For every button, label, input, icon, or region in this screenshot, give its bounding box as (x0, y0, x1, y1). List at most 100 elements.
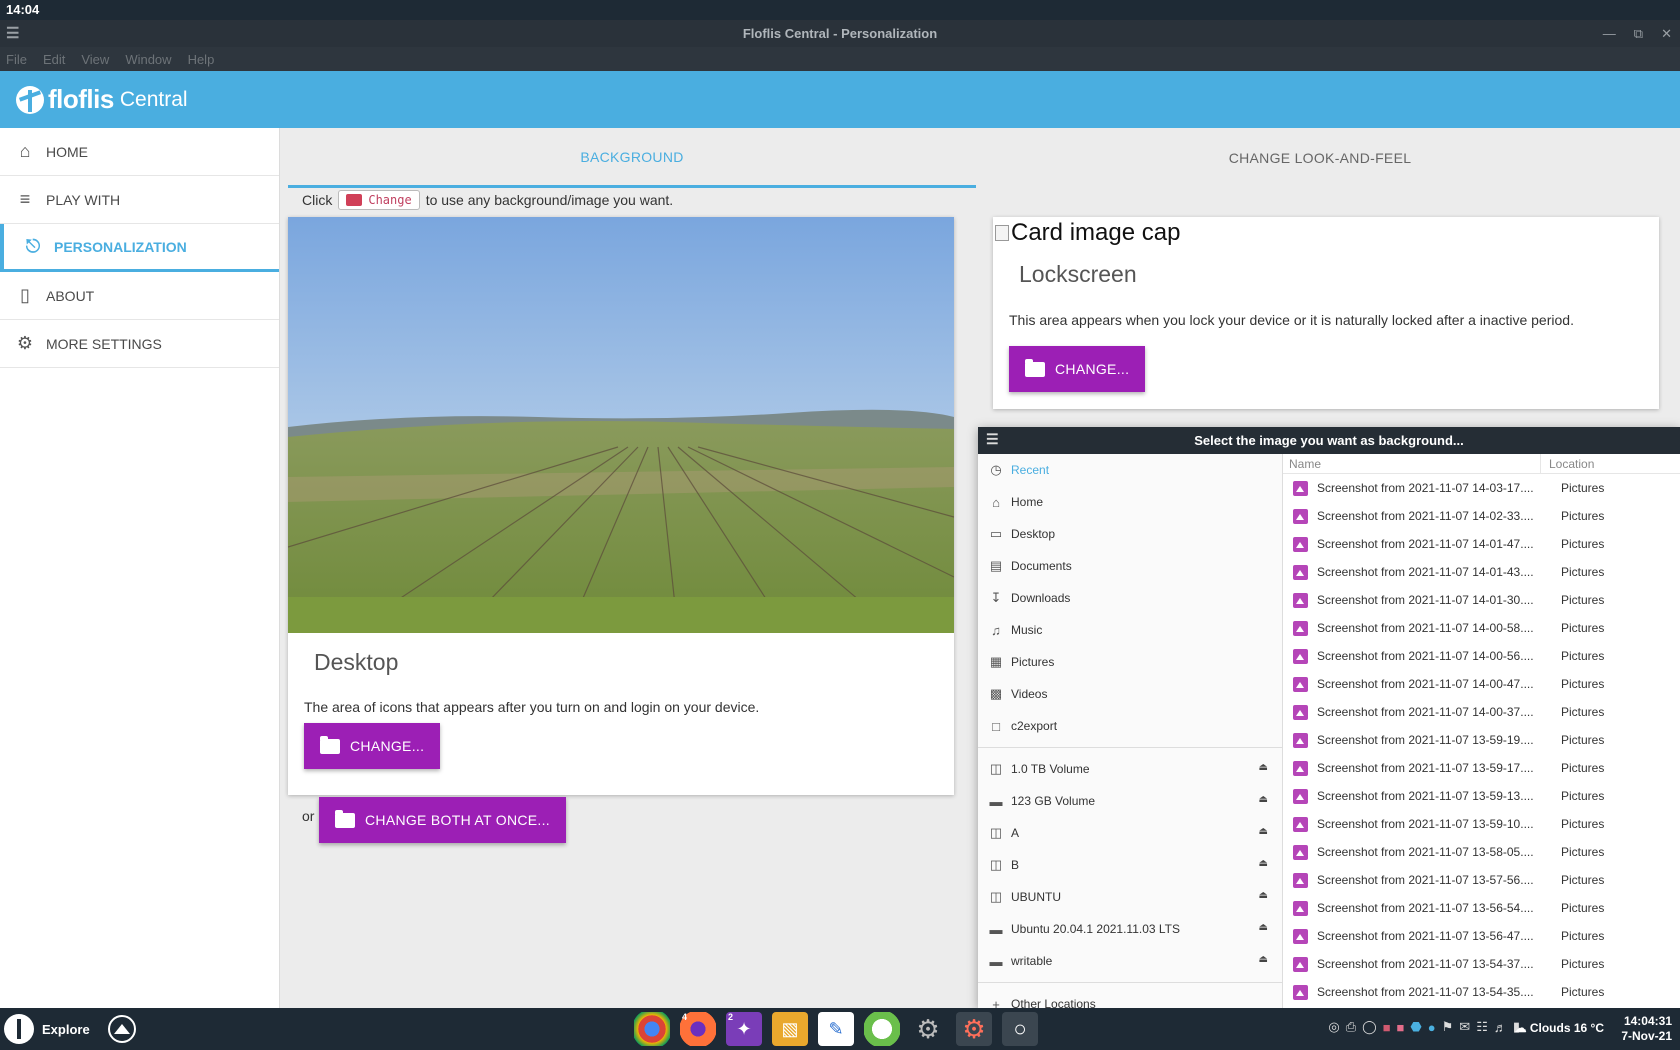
text-editor-icon[interactable]: ✎ (818, 1012, 854, 1046)
eject-icon[interactable]: ⏏ (1259, 954, 1268, 965)
printer-icon[interactable]: ⎙ (1346, 1019, 1356, 1035)
hint-prefix: Click (302, 192, 333, 208)
eject-icon[interactable]: ⏏ (1259, 890, 1268, 901)
files-icon[interactable]: ▧ (772, 1012, 808, 1046)
network-icon[interactable]: ☷ (1476, 1019, 1488, 1035)
file-row[interactable]: Screenshot from 2021-11-07 13-56-47.... P… (1283, 922, 1680, 950)
menu-file[interactable]: File (6, 52, 27, 67)
tab-change-look-and-feel[interactable]: CHANGE LOOK-AND-FEEL (976, 128, 1664, 188)
settings-icon[interactable]: ⚙ (910, 1012, 946, 1046)
sidebar-item-play-with[interactable]: ≡ PLAY WITH (0, 176, 279, 224)
column-location[interactable]: Location (1541, 454, 1594, 473)
device-123gb-volume[interactable]: ▬ 123 GB Volume ⏏ (978, 785, 1282, 817)
file-row[interactable]: Screenshot from 2021-11-07 14-02-33.... P… (1283, 502, 1680, 530)
file-row[interactable]: Screenshot from 2021-11-07 13-56-54.... P… (1283, 894, 1680, 922)
file-row[interactable]: Screenshot from 2021-11-07 13-59-10.... P… (1283, 810, 1680, 838)
device-label: Ubuntu 20.04.1 2021.11.03 LTS (1011, 922, 1181, 936)
menu-edit[interactable]: Edit (43, 52, 65, 67)
image-viewer-icon[interactable]: 2 ✦ (726, 1012, 762, 1046)
lockscreen-card-text: This area appears when you lock your dev… (1009, 312, 1574, 328)
place-videos[interactable]: ▩ Videos (978, 678, 1282, 710)
notification-bell-icon[interactable]: ✉ (1459, 1019, 1470, 1035)
file-row[interactable]: Screenshot from 2021-11-07 13-54-35.... P… (1283, 978, 1680, 1006)
weather-widget[interactable]: ☁ Clouds 16 °C (1515, 1021, 1605, 1035)
device-ubuntu[interactable]: ◫ UBUNTU ⏏ (978, 881, 1282, 913)
color-picker-icon[interactable]: ■ (1383, 1020, 1391, 1035)
file-row[interactable]: Screenshot from 2021-11-07 13-58-05.... P… (1283, 838, 1680, 866)
file-row[interactable]: Screenshot from 2021-11-07 14-00-56.... P… (1283, 642, 1680, 670)
printer-hp-icon[interactable]: ● (1428, 1020, 1436, 1035)
place-other-locations[interactable]: + Other Locations (978, 988, 1282, 1009)
file-row[interactable]: Screenshot from 2021-11-07 13-59-13.... P… (1283, 782, 1680, 810)
change-both-button[interactable]: CHANGE BOTH AT ONCE... (319, 797, 566, 843)
eject-icon[interactable]: ⏏ (1259, 794, 1268, 805)
file-row[interactable]: Screenshot from 2021-11-07 13-54-37.... P… (1283, 950, 1680, 978)
sidebar-item-home[interactable]: ⌂ HOME (0, 128, 279, 176)
generic-app-icon[interactable]: ○ (1002, 1012, 1038, 1046)
floflis-central-icon[interactable]: ⚙ (956, 1012, 992, 1046)
device-writable[interactable]: ▬ writable ⏏ (978, 945, 1282, 977)
column-name[interactable]: Name (1283, 454, 1541, 473)
menu-view[interactable]: View (81, 52, 109, 67)
firefox-icon[interactable]: 4 (680, 1012, 716, 1046)
menu-window[interactable]: Window (125, 52, 171, 67)
place-downloads[interactable]: ↧ Downloads (978, 582, 1282, 614)
close-icon[interactable]: ✕ (1661, 20, 1672, 47)
sidebar-item-more-settings[interactable]: ⚙ MORE SETTINGS (0, 320, 279, 368)
file-row[interactable]: Screenshot from 2021-11-07 14-01-30.... P… (1283, 586, 1680, 614)
desktop-card: Desktop The area of icons that appears a… (288, 217, 954, 795)
file-row[interactable]: Screenshot from 2021-11-07 14-00-58.... P… (1283, 614, 1680, 642)
place-label: Music (1011, 623, 1043, 637)
place-pictures[interactable]: ▦ Pictures (978, 646, 1282, 678)
device-b[interactable]: ◫ B ⏏ (978, 849, 1282, 881)
peak-icon[interactable] (107, 1015, 136, 1043)
device-ubuntu-lts[interactable]: ▬ Ubuntu 20.04.1 2021.11.03 LTS ⏏ (978, 913, 1282, 945)
file-row[interactable]: Screenshot from 2021-11-07 14-01-43.... P… (1283, 558, 1680, 586)
file-row[interactable]: Screenshot from 2021-11-07 13-59-19.... P… (1283, 726, 1680, 754)
sidebar-item-personalization[interactable]: ⎋ PERSONALIZATION (0, 224, 279, 272)
eject-icon[interactable]: ⏏ (1259, 762, 1268, 773)
floflis-icon[interactable] (864, 1012, 900, 1046)
start-button[interactable]: Explore (0, 1014, 90, 1044)
file-row[interactable]: Screenshot from 2021-11-07 14-01-47.... P… (1283, 530, 1680, 558)
downloads-icon: ↧ (990, 590, 1002, 605)
image-file-icon (1293, 704, 1308, 720)
place-documents[interactable]: ▤ Documents (978, 550, 1282, 582)
screenshot-icon[interactable]: ◯ (1362, 1019, 1377, 1035)
place-label: Downloads (1011, 591, 1071, 605)
lockscreen-change-label: CHANGE... (1055, 361, 1130, 377)
file-row[interactable]: Screenshot from 2021-11-07 13-57-56.... P… (1283, 866, 1680, 894)
device-a[interactable]: ◫ A ⏏ (978, 817, 1282, 849)
minimize-icon[interactable]: — (1603, 20, 1616, 47)
file-row[interactable]: Screenshot from 2021-11-07 14-00-47.... P… (1283, 670, 1680, 698)
file-row[interactable]: Screenshot from 2021-11-07 14-00-37.... P… (1283, 698, 1680, 726)
device-1tb-volume[interactable]: ◫ 1.0 TB Volume ⏏ (978, 753, 1282, 785)
place-recent[interactable]: ◷ Recent (978, 454, 1282, 486)
color-icon[interactable]: ■ (1397, 1020, 1405, 1035)
package-icon[interactable]: ⬣ (1410, 1019, 1421, 1035)
tab-background[interactable]: BACKGROUND (288, 128, 976, 188)
eject-icon[interactable]: ⏏ (1259, 826, 1268, 837)
eject-icon[interactable]: ⏏ (1259, 922, 1268, 933)
volume-icon[interactable]: ♬ (1494, 1020, 1507, 1035)
image-file-icon (1293, 900, 1308, 916)
place-home[interactable]: ⌂ Home (978, 486, 1282, 518)
disk-icon[interactable]: ◎ (1328, 1019, 1339, 1035)
place-desktop[interactable]: ▭ Desktop (978, 518, 1282, 550)
menu-help[interactable]: Help (188, 52, 215, 67)
weather-text: Clouds 16 °C (1529, 1021, 1604, 1035)
flag-icon[interactable]: ⚑ (1442, 1019, 1454, 1035)
lockscreen-change-button[interactable]: CHANGE... (1009, 346, 1146, 392)
file-row[interactable]: Screenshot from 2021-11-07 14-03-17.... P… (1283, 474, 1680, 502)
hamburger-icon[interactable]: ☰ (6, 20, 19, 47)
hamburger-icon[interactable]: ☰ (986, 431, 999, 448)
place-c2export[interactable]: □ c2export (978, 710, 1282, 742)
restore-icon[interactable]: ⧉ (1634, 20, 1643, 47)
desktop-change-button[interactable]: CHANGE... (304, 723, 441, 769)
sidebar-item-about[interactable]: ▯ ABOUT (0, 272, 279, 320)
file-row[interactable]: Screenshot from 2021-11-07 13-59-17.... P… (1283, 754, 1680, 782)
place-music[interactable]: ♫ Music (978, 614, 1282, 646)
eject-icon[interactable]: ⏏ (1259, 858, 1268, 869)
chrome-icon[interactable] (634, 1012, 670, 1046)
clock[interactable]: 14:04:31 7-Nov-21 (1621, 1014, 1672, 1044)
